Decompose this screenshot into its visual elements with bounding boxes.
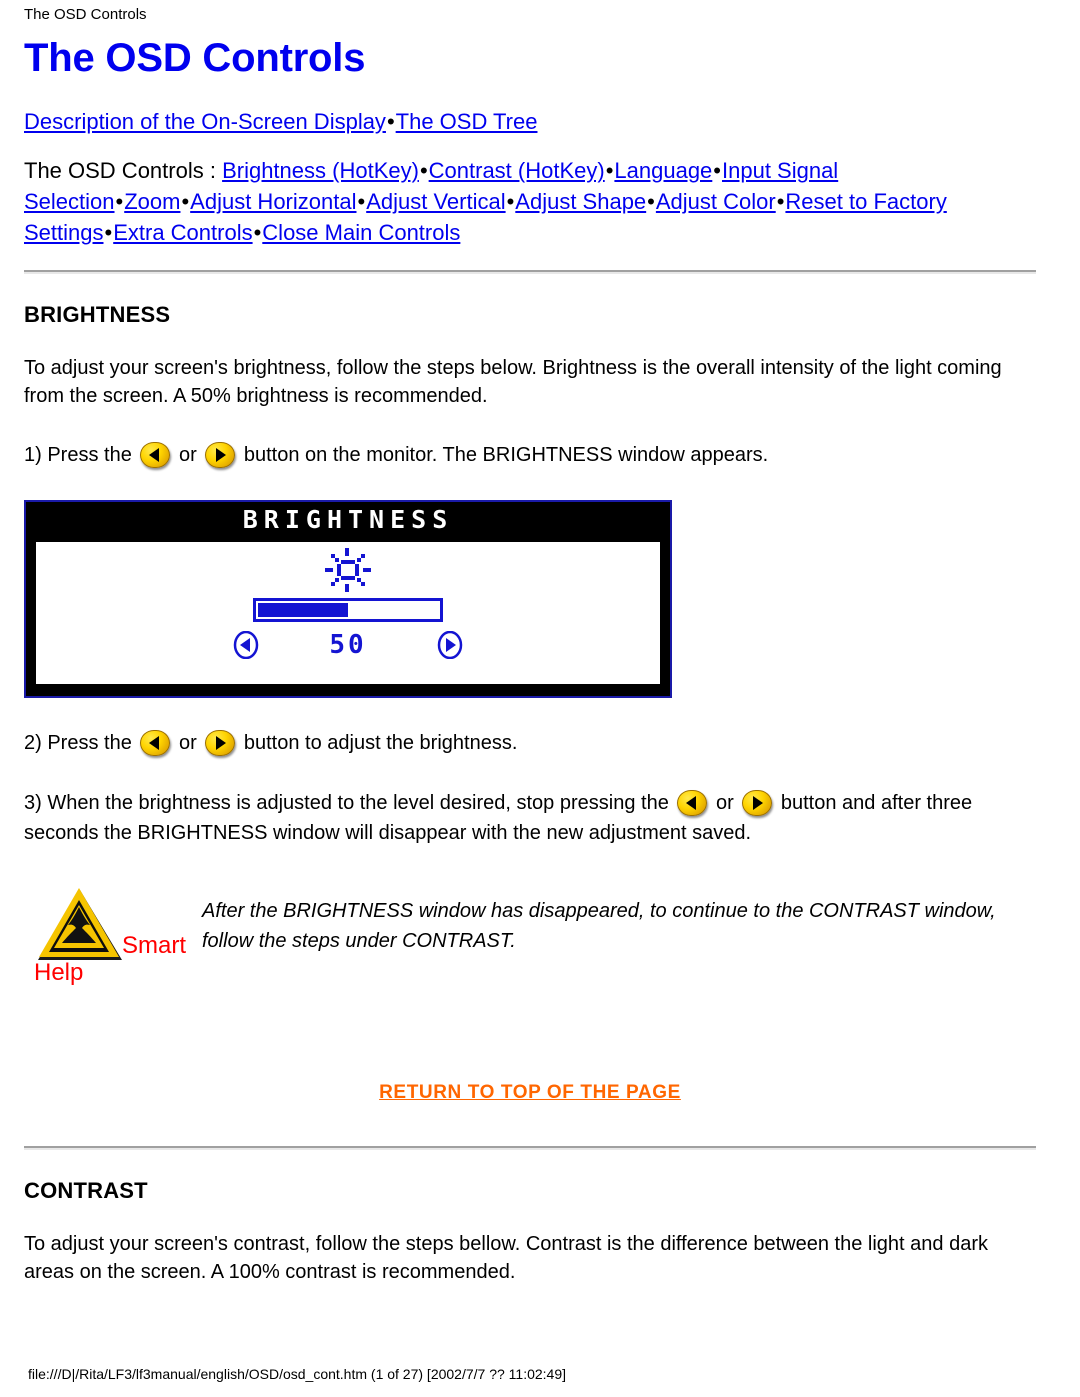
brightness-step-1: 1) Press the or button on the monitor. T… xyxy=(24,440,1036,470)
osd-slider-fill xyxy=(258,603,348,617)
nav-separator: • xyxy=(605,158,614,183)
left-arrow-button-icon[interactable] xyxy=(677,790,708,816)
smart-help-label-help: Help xyxy=(34,959,84,986)
step1-text-a: 1) Press the xyxy=(24,444,132,466)
left-triangle-icon xyxy=(149,448,160,462)
page-title: The OSD Controls xyxy=(24,36,366,80)
osd-control-row: 50 xyxy=(233,630,463,660)
nav-separator: • xyxy=(776,189,785,214)
nav-secondary: The OSD Controls : Brightness (HotKey)•C… xyxy=(24,155,1036,248)
osd-window-content: 50 xyxy=(36,548,660,660)
step2-text-a: 2) Press the xyxy=(24,732,132,754)
osd-increase-icon[interactable] xyxy=(437,631,463,659)
nav-separator: • xyxy=(419,158,428,183)
return-to-top-container: RETURN TO TOP OF THE PAGE xyxy=(24,1082,1036,1104)
right-arrow-button-icon[interactable] xyxy=(205,730,236,756)
nav-separator: • xyxy=(253,220,262,245)
osd-decrease-icon[interactable] xyxy=(233,631,259,659)
link-description-of-the-on-screen-display[interactable]: Description of the On-Screen Display xyxy=(24,109,386,134)
divider-bottom xyxy=(24,1146,1036,1150)
nav-primary: Description of the On-Screen Display•The… xyxy=(24,106,1036,137)
nav-secondary-prefix: The OSD Controls : xyxy=(24,158,216,183)
right-arrow-button-icon[interactable] xyxy=(205,442,236,468)
running-header: The OSD Controls xyxy=(24,6,147,23)
nav-separator: • xyxy=(713,158,721,183)
left-arrow-button-icon[interactable] xyxy=(140,730,171,756)
brightness-intro: To adjust your screen's brightness, foll… xyxy=(24,357,1002,407)
smart-help-label-smart: Smart xyxy=(122,932,187,959)
link-brightness-hotkey[interactable]: Brightness (HotKey) xyxy=(222,158,419,183)
osd-window-body: 50 xyxy=(34,540,662,686)
osd-brightness-value: 50 xyxy=(329,630,367,660)
nav-separator: • xyxy=(181,189,190,214)
link-extra-controls[interactable]: Extra Controls xyxy=(113,220,252,245)
nav-separator: • xyxy=(647,189,655,214)
divider-top xyxy=(24,270,1036,274)
right-triangle-icon xyxy=(216,736,227,750)
smart-help-text: After the BRIGHTNESS window has disappea… xyxy=(202,900,996,952)
link-adjust-color[interactable]: Adjust Color xyxy=(656,189,776,214)
smart-help-note: Smart Help After the BRIGHTNESS window h… xyxy=(24,884,1036,994)
footer-path: file:///D|/Rita/LF3/lf3manual/english/OS… xyxy=(28,1366,567,1382)
nav-separator: • xyxy=(357,189,366,214)
link-zoom[interactable]: Zoom xyxy=(124,189,180,214)
nav-separator: • xyxy=(386,109,395,134)
step3-text-a: 3) When the brightness is adjusted to th… xyxy=(24,792,669,814)
content-column: The OSD Controls Description of the On-S… xyxy=(24,34,1036,1286)
left-triangle-icon xyxy=(149,736,160,750)
link-close-main-controls[interactable]: Close Main Controls xyxy=(262,220,460,245)
right-triangle-icon xyxy=(216,448,227,462)
nav-separator: • xyxy=(115,189,124,214)
brightness-step-3: 3) When the brightness is adjusted to th… xyxy=(24,788,1036,848)
return-to-top-link[interactable]: RETURN TO TOP OF THE PAGE xyxy=(379,1082,681,1103)
sun-brightness-icon xyxy=(325,548,371,592)
link-contrast-hotkey[interactable]: Contrast (HotKey) xyxy=(429,158,605,183)
link-adjust-vertical[interactable]: Adjust Vertical xyxy=(366,189,505,214)
link-language[interactable]: Language xyxy=(614,158,712,183)
link-adjust-shape[interactable]: Adjust Shape xyxy=(515,189,646,214)
heading-contrast: CONTRAST xyxy=(24,1178,148,1203)
left-arrow-button-icon[interactable] xyxy=(140,442,171,468)
brightness-step-2: 2) Press the or button to adjust the bri… xyxy=(24,728,1036,758)
link-the-osd-tree[interactable]: The OSD Tree xyxy=(396,109,538,134)
link-adjust-horizontal[interactable]: Adjust Horizontal xyxy=(190,189,356,214)
osd-brightness-slider[interactable] xyxy=(253,598,443,622)
nav-separator: • xyxy=(104,220,113,245)
heading-brightness: BRIGHTNESS xyxy=(24,302,171,327)
right-triangle-icon xyxy=(753,796,764,810)
left-triangle-icon xyxy=(686,796,697,810)
contrast-intro: To adjust your screen's contrast, follow… xyxy=(24,1233,988,1283)
document-page: The OSD Controls The OSD Controls Descri… xyxy=(0,0,1080,1397)
step2-text-b: button to adjust the brightness. xyxy=(243,732,518,754)
osd-brightness-window: BRIGHTNESS 50 xyxy=(24,500,672,698)
step2-or: or xyxy=(178,732,197,754)
nav-separator: • xyxy=(506,189,515,214)
step1-or: or xyxy=(178,444,197,466)
step3-or: or xyxy=(715,792,734,814)
right-arrow-button-icon[interactable] xyxy=(742,790,773,816)
step1-text-b: button on the monitor. The BRIGHTNESS wi… xyxy=(243,444,769,466)
osd-window-title: BRIGHTNESS xyxy=(242,505,454,534)
